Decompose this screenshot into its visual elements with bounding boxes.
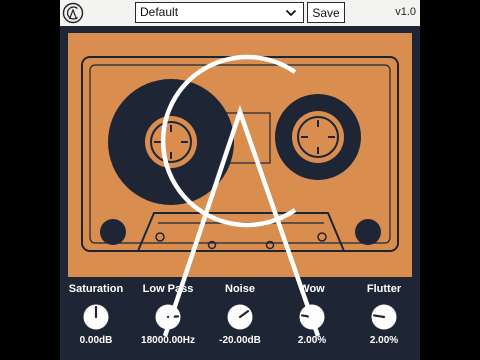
- knob-value: 18000.00Hz: [141, 335, 195, 346]
- knob-dial[interactable]: [370, 303, 398, 331]
- cassette-artwork: [68, 33, 412, 277]
- save-button[interactable]: Save: [307, 2, 345, 23]
- knob-control: Wow 2.00%: [277, 283, 347, 346]
- knob-pointer: [166, 315, 180, 319]
- knob-dial[interactable]: [82, 303, 110, 331]
- top-toolbar: Default Save v1.0: [60, 0, 420, 26]
- knob-control: Flutter 2.00%: [349, 283, 419, 346]
- knob-label: Saturation: [68, 283, 124, 295]
- knob-value: -20.00dB: [219, 335, 261, 346]
- knob-value: 2.00%: [297, 335, 327, 346]
- knob-label: Noise: [225, 283, 255, 295]
- chevron-down-icon: [285, 9, 297, 17]
- knob-dial[interactable]: [154, 303, 182, 331]
- plugin-window: Default Save v1.0 Saturation 0.00dB Low …: [60, 0, 420, 360]
- knob-label: Low Pass: [142, 283, 194, 295]
- knob-pointer: [301, 314, 314, 319]
- preset-dropdown[interactable]: Default: [135, 2, 304, 23]
- knob-dial[interactable]: [298, 303, 326, 331]
- knob-control: Noise -20.00dB: [205, 283, 275, 346]
- knob-value: 2.00%: [369, 335, 399, 346]
- version-label: v1.0: [395, 6, 416, 18]
- knob-pointer: [373, 314, 386, 319]
- preset-dropdown-value: Default: [140, 5, 179, 19]
- ca-logo-icon: [62, 2, 84, 24]
- knob-value: 0.00dB: [79, 335, 113, 346]
- knob-control: Low Pass 18000.00Hz: [133, 283, 203, 346]
- knob-control: Saturation 0.00dB: [61, 283, 131, 346]
- knob-dial[interactable]: [226, 303, 254, 331]
- knob-label: Wow: [299, 283, 325, 295]
- knob-label: Flutter: [366, 283, 402, 295]
